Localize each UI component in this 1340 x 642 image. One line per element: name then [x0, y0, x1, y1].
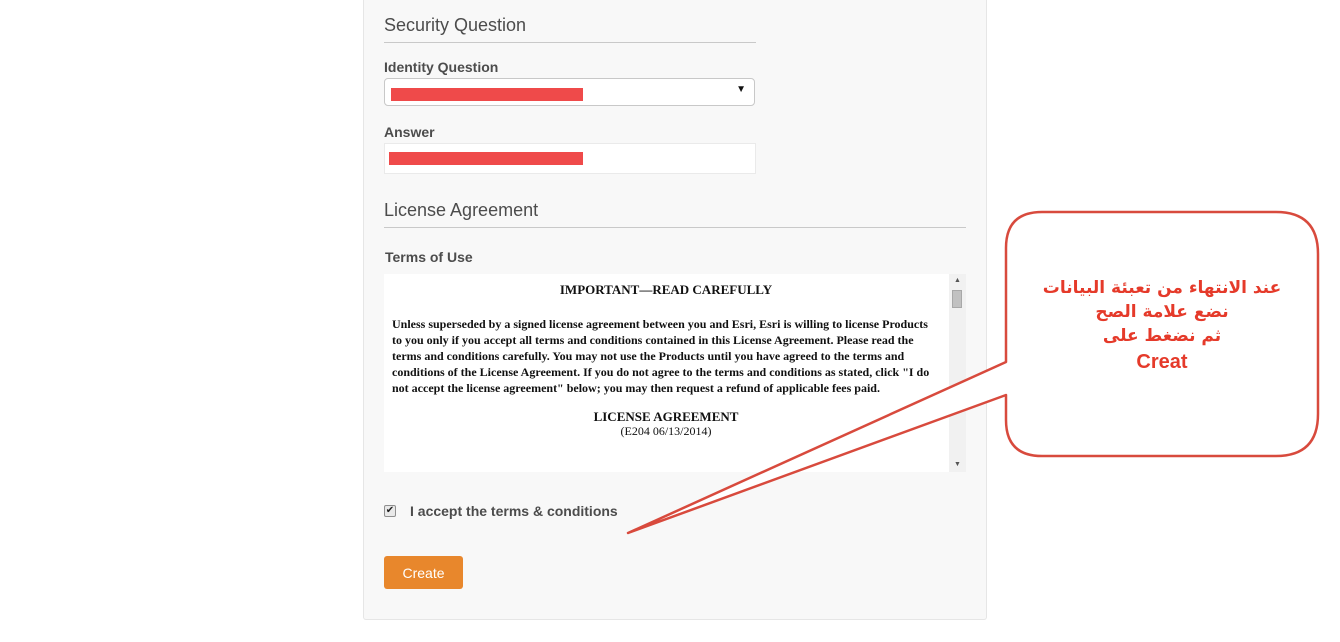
accept-terms-label[interactable]: I accept the terms & conditions [410, 503, 618, 519]
callout-line-3: ثم نضغط على [1102, 326, 1222, 346]
terms-heading: IMPORTANT—READ CAREFULLY [559, 282, 773, 297]
redacted-value [389, 152, 583, 165]
create-button[interactable]: Create [384, 556, 463, 589]
accept-terms-checkbox[interactable]: ✔ [384, 505, 396, 517]
terms-content: IMPORTANT—READ CAREFULLY Unless supersed… [392, 282, 940, 438]
callout-line-2: نضع علامة الصح [1095, 302, 1229, 322]
dropdown-arrow-icon: ▼ [736, 84, 746, 95]
license-agreement-title: License Agreement [384, 200, 539, 220]
agreement-code: (E204 06/13/2014) [620, 424, 712, 438]
terms-scroll-box[interactable]: IMPORTANT—READ CAREFULLY Unless supersed… [384, 274, 966, 472]
identity-question-select[interactable]: ▼ [384, 78, 755, 106]
scroll-down-arrow-icon[interactable]: ▼ [949, 458, 966, 472]
scroll-thumb[interactable] [952, 290, 962, 308]
agreement-title: LICENSE AGREEMENT [593, 409, 739, 424]
terms-paragraph: Unless superseded by a signed license ag… [392, 317, 930, 395]
terms-scrollbar[interactable]: ▲ ▼ [949, 274, 966, 472]
security-divider [384, 42, 756, 43]
redacted-value [391, 88, 583, 101]
license-divider [384, 227, 966, 228]
answer-input[interactable] [384, 143, 756, 174]
callout-text: عند الانتهاء من تعبئة البيانات نضع علامة… [1012, 276, 1312, 376]
callout-line-1: عند الانتهاء من تعبئة البيانات [1042, 278, 1282, 298]
terms-of-use-label: Terms of Use [385, 249, 473, 265]
identity-question-label: Identity Question [384, 59, 499, 75]
answer-label: Answer [384, 124, 435, 140]
security-question-title: Security Question [384, 15, 527, 35]
scroll-up-arrow-icon[interactable]: ▲ [949, 274, 966, 288]
callout-line-4: Creat [1136, 351, 1188, 373]
